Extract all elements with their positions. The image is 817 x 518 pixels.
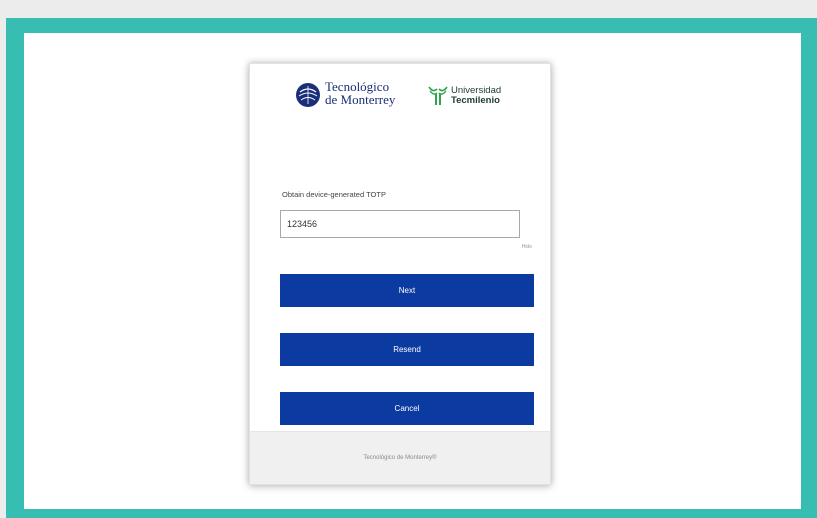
footer-text: Tecnológico de Monterrey® [363, 455, 437, 461]
tecmilenio-logo-line2: Tecmilenio [451, 95, 500, 106]
totp-label: Obtain device-generated TOTP [282, 190, 386, 199]
tecmilenio-logo: Universidad Tecmilenio [427, 84, 527, 112]
logo-bar: Tecnológico de Monterrey Universidad Tec… [295, 80, 525, 112]
tecmilenio-logo-text: Universidad Tecmilenio [451, 86, 501, 106]
card-footer: Tecnológico de Monterrey® [250, 431, 550, 484]
resend-button[interactable]: Resend [280, 333, 534, 366]
cancel-button[interactable]: Cancel [280, 392, 534, 425]
totp-input[interactable] [280, 210, 520, 238]
login-card: Tecnológico de Monterrey Universidad Tec… [249, 63, 551, 485]
tec-monterrey-logo: Tecnológico de Monterrey [295, 80, 421, 112]
tecmilenio-emblem-icon [428, 86, 448, 105]
tec-emblem-icon [296, 83, 320, 107]
hide-link[interactable]: Hide [522, 244, 532, 250]
content-area: Tecnológico de Monterrey Universidad Tec… [24, 33, 801, 509]
teal-frame: Tecnológico de Monterrey Universidad Tec… [6, 18, 817, 518]
tec-logo-line2: de Monterrey [325, 92, 396, 107]
top-strip [0, 0, 817, 18]
tec-logo-text: Tecnológico de Monterrey [325, 80, 395, 106]
next-button[interactable]: Next [280, 274, 534, 307]
